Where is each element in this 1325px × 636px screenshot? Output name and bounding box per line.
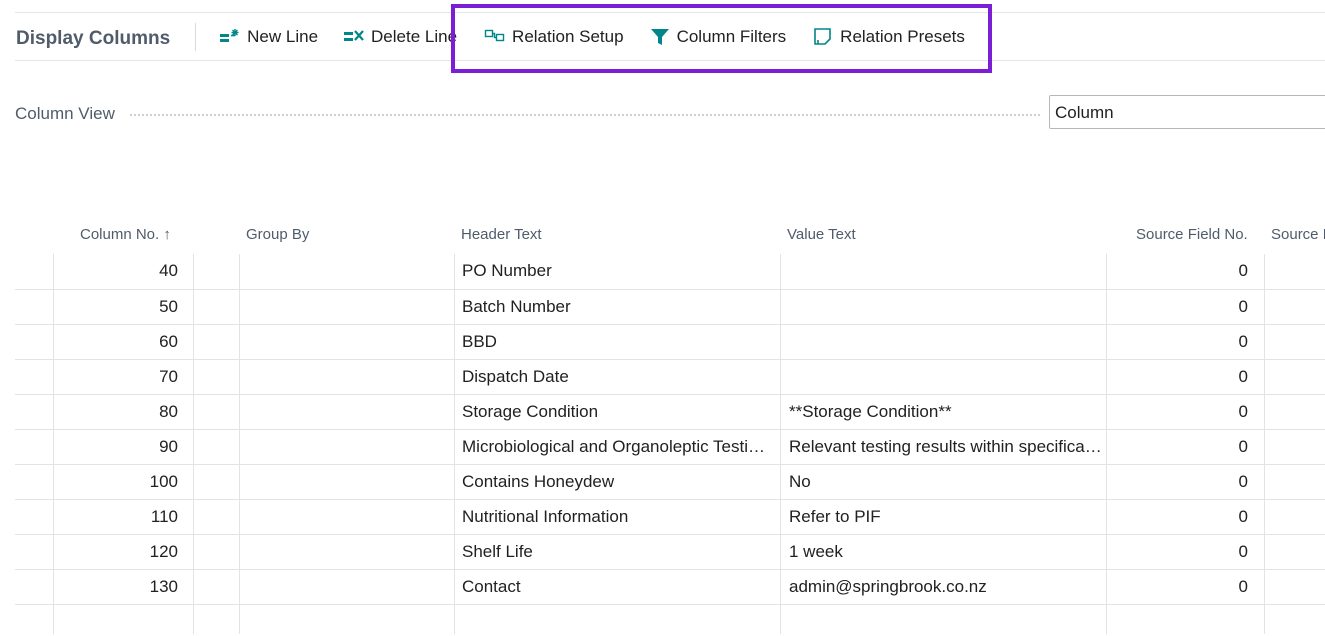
source-field-no-cell[interactable]: 0 xyxy=(1108,430,1248,465)
source-field-no-cell[interactable] xyxy=(1108,605,1248,636)
column-no-cell[interactable]: 50 xyxy=(53,290,178,325)
header-column-no-label: Column No. xyxy=(80,226,160,243)
header-text-cell[interactable]: Contains Honeydew xyxy=(462,465,780,500)
new-line-label: New Line xyxy=(247,26,319,46)
value-text-cell[interactable] xyxy=(789,254,1107,289)
delete-line-button[interactable]: Delete Line xyxy=(343,27,457,47)
action-bar-separator xyxy=(195,22,197,51)
new-line-icon xyxy=(219,27,241,47)
table-row[interactable] xyxy=(15,604,1325,636)
source-field-no-cell[interactable]: 0 xyxy=(1108,290,1248,325)
group-by-cell[interactable] xyxy=(238,290,456,325)
column-no-cell[interactable]: 120 xyxy=(53,535,178,570)
source-field-no-cell[interactable]: 0 xyxy=(1108,465,1248,500)
table-row[interactable]: 120 Shelf Life 1 week 0 xyxy=(15,534,1325,569)
sort-ascending-icon: ↑ xyxy=(163,226,171,243)
value-text-cell[interactable]: No xyxy=(789,465,1107,500)
group-by-cell[interactable] xyxy=(238,325,456,360)
new-line-button[interactable]: New Line xyxy=(219,27,318,47)
columns-grid: Column No. ↑ Group By Header Text Value … xyxy=(15,220,1325,636)
source-field-no-cell[interactable]: 0 xyxy=(1108,360,1248,395)
column-no-cell[interactable]: 110 xyxy=(53,500,178,535)
table-row[interactable]: 80 Storage Condition **Storage Condition**… xyxy=(15,394,1325,429)
page-title: Display Columns xyxy=(16,27,171,49)
group-by-cell[interactable] xyxy=(238,395,456,430)
header-text-cell[interactable]: Storage Condition xyxy=(462,395,780,430)
group-by-cell[interactable] xyxy=(238,254,456,289)
table-row[interactable]: 60 BBD 0 xyxy=(15,324,1325,359)
value-text-cell[interactable] xyxy=(789,325,1107,360)
value-text-cell[interactable]: Relevant testing results within specific… xyxy=(789,430,1107,465)
highlight-annotation-box xyxy=(451,4,992,73)
header-text-cell[interactable]: Nutritional Information xyxy=(462,500,780,535)
grid-column-divider xyxy=(780,254,781,634)
header-text-cell[interactable]: Shelf Life xyxy=(462,535,780,570)
value-text-cell[interactable]: 1 week xyxy=(789,535,1107,570)
group-by-cell[interactable] xyxy=(238,360,456,395)
table-row[interactable]: 70 Dispatch Date 0 xyxy=(15,359,1325,394)
table-row[interactable]: 90 Microbiological and Organoleptic Testi… xyxy=(15,429,1325,464)
group-by-cell[interactable] xyxy=(238,605,456,636)
group-by-cell[interactable] xyxy=(238,465,456,500)
column-no-cell[interactable]: 130 xyxy=(53,570,178,605)
grid-column-divider xyxy=(239,254,240,634)
header-text-cell[interactable]: BBD xyxy=(462,325,780,360)
column-no-cell[interactable]: 60 xyxy=(53,325,178,360)
value-text-cell[interactable]: **Storage Condition** xyxy=(789,395,1107,430)
grid-column-divider xyxy=(454,254,455,634)
table-row[interactable]: 50 Batch Number 0 xyxy=(15,289,1325,324)
group-by-cell[interactable] xyxy=(238,500,456,535)
source-field-no-cell[interactable]: 0 xyxy=(1108,325,1248,360)
table-row[interactable]: 100 Contains Honeydew No 0 xyxy=(15,464,1325,499)
source-field-no-cell[interactable]: 0 xyxy=(1108,570,1248,605)
table-row[interactable]: 40 PO Number 0 xyxy=(15,254,1325,289)
table-row[interactable]: 110 Nutritional Information Refer to PIF 0 xyxy=(15,499,1325,534)
source-field-no-cell[interactable]: 0 xyxy=(1108,535,1248,570)
header-source-field-no[interactable]: Source Field No. xyxy=(1136,226,1248,243)
value-text-cell[interactable] xyxy=(789,290,1107,325)
header-text-cell[interactable] xyxy=(462,605,780,636)
group-by-cell[interactable] xyxy=(238,570,456,605)
header-text-cell[interactable]: Microbiological and Organoleptic Testi… xyxy=(462,430,780,465)
column-no-cell[interactable]: 90 xyxy=(53,430,178,465)
column-no-cell[interactable]: 100 xyxy=(53,465,178,500)
grid-column-divider xyxy=(1106,254,1107,634)
value-text-cell[interactable] xyxy=(789,360,1107,395)
table-row[interactable]: 130 Contact admin@springbrook.co.nz 0 xyxy=(15,569,1325,604)
grid-header: Column No. ↑ Group By Header Text Value … xyxy=(15,220,1325,254)
column-no-cell[interactable]: 40 xyxy=(53,254,178,289)
grid-rows: 40 PO Number 0 50 Batch Number 0 60 BBD 0 70 Dispa… xyxy=(15,254,1325,636)
group-by-cell[interactable] xyxy=(238,535,456,570)
header-value-text[interactable]: Value Text xyxy=(787,226,856,243)
column-view-label: Column View xyxy=(15,104,115,123)
header-column-no[interactable]: Column No. ↑ xyxy=(80,226,171,243)
group-by-cell[interactable] xyxy=(238,430,456,465)
page: Display Columns New Line Delete Line Rel… xyxy=(0,0,1325,636)
value-text-cell[interactable]: admin@springbrook.co.nz xyxy=(789,570,1107,605)
delete-line-icon xyxy=(343,27,365,47)
header-text-cell[interactable]: PO Number xyxy=(462,254,780,289)
header-header-text[interactable]: Header Text xyxy=(461,226,542,243)
column-view-field[interactable]: Column xyxy=(1049,95,1325,129)
grid-column-divider xyxy=(193,254,194,634)
grid-column-divider xyxy=(1264,254,1265,634)
header-text-cell[interactable]: Batch Number xyxy=(462,290,780,325)
grid-column-divider xyxy=(53,254,54,634)
header-text-cell[interactable]: Contact xyxy=(462,570,780,605)
column-no-cell[interactable] xyxy=(53,605,178,636)
header-text-cell[interactable]: Dispatch Date xyxy=(462,360,780,395)
source-field-no-cell[interactable]: 0 xyxy=(1108,500,1248,535)
source-field-no-cell[interactable]: 0 xyxy=(1108,254,1248,289)
field-leader-dots xyxy=(130,114,1040,116)
source-field-no-cell[interactable]: 0 xyxy=(1108,395,1248,430)
value-text-cell[interactable]: Refer to PIF xyxy=(789,500,1107,535)
column-no-cell[interactable]: 70 xyxy=(53,360,178,395)
column-no-cell[interactable]: 80 xyxy=(53,395,178,430)
header-source-f[interactable]: Source F xyxy=(1271,226,1325,243)
value-text-cell[interactable] xyxy=(789,605,1107,636)
header-group-by[interactable]: Group By xyxy=(246,226,309,243)
delete-line-label: Delete Line xyxy=(371,26,458,46)
